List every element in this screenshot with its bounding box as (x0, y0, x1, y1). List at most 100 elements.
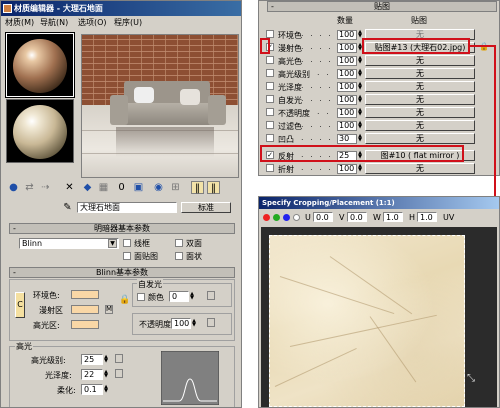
red-channel-icon[interactable] (263, 214, 270, 221)
pick-material-icon[interactable]: ✎ (61, 201, 74, 214)
go-to-parent-icon[interactable]: ⊞ (169, 181, 182, 194)
glossiness-map-slot[interactable]: 无 (365, 81, 475, 92)
glossiness-map-button[interactable] (115, 369, 123, 378)
chevron-down-icon[interactable]: ▼ (108, 239, 117, 248)
self-illum-map-slot[interactable]: 无 (365, 94, 475, 105)
faceted-checkbox[interactable] (175, 252, 183, 260)
glossiness-field[interactable]: 22 (81, 369, 103, 380)
sample-slot-2[interactable] (6, 99, 74, 163)
self-illum-value-field[interactable]: 0 (169, 291, 189, 302)
bump-map-checkbox[interactable] (266, 134, 274, 142)
menu-utilities[interactable]: 程序(U) (114, 17, 142, 28)
w-field[interactable]: 1.0 (383, 212, 403, 222)
refraction-map-checkbox[interactable] (266, 164, 274, 172)
assign-material-icon[interactable]: ⇢ (39, 181, 52, 194)
diffuse-map-button[interactable]: M (105, 305, 113, 314)
sample-slot-1[interactable] (5, 32, 75, 98)
app-icon (3, 4, 12, 13)
menu-options[interactable]: 选项(O) (78, 17, 107, 28)
lock-ambient-diffuse-button[interactable]: C (15, 292, 25, 318)
self-illum-map-button[interactable] (207, 291, 215, 300)
ambient-map-checkbox[interactable] (266, 30, 274, 38)
diffuse-amount-field[interactable]: 100 (337, 43, 357, 53)
blinn-rollout-header[interactable]: - Blinn基本参数 (9, 267, 235, 278)
show-end-result-icon[interactable]: ◉ (152, 181, 165, 194)
specular-level-map-button[interactable] (115, 354, 123, 363)
spinner-icon[interactable]: ▲ ▼ (104, 385, 108, 394)
specular-color-map-checkbox[interactable] (266, 56, 274, 64)
filter-color-map-checkbox[interactable] (266, 121, 274, 129)
shader-rollout-header[interactable]: - 明暗器基本参数 (9, 223, 235, 234)
specular-color-amount-field[interactable]: 100 (337, 56, 357, 66)
spinner-icon[interactable]: ▲ ▼ (358, 108, 362, 117)
spinner-icon[interactable]: ▲ ▼ (358, 82, 362, 91)
specular-level-field[interactable]: 25 (81, 354, 103, 365)
diffuse-color-swatch[interactable] (71, 305, 99, 314)
opacity-amount-field[interactable]: 100 (337, 108, 357, 118)
refraction-amount-field[interactable]: 100 (337, 164, 357, 174)
bump-amount-field[interactable]: 30 (337, 134, 357, 144)
glossiness-amount-field[interactable]: 100 (337, 82, 357, 92)
filter-color-map-slot[interactable]: 无 (365, 120, 475, 131)
get-material-icon[interactable]: ● (7, 181, 20, 194)
opacity-map-button[interactable] (207, 318, 215, 327)
maps-rollout-header[interactable]: - 贴图 (267, 1, 497, 12)
self-illum-map-checkbox[interactable] (266, 95, 274, 103)
crop-canvas[interactable]: ⤡ (261, 227, 497, 407)
specular-color-swatch[interactable] (71, 320, 99, 329)
put-to-library-icon[interactable]: ▦ (97, 181, 110, 194)
u-field[interactable]: 0.0 (313, 212, 333, 222)
self-illumination-title: 自发光 (137, 279, 163, 290)
specular-level-amount-field[interactable]: 100 (337, 69, 357, 79)
specular-level-map-slot[interactable]: 无 (365, 68, 475, 79)
opacity-map-slot[interactable]: 无 (365, 107, 475, 118)
material-name-field[interactable]: 大理石地面 (77, 202, 177, 213)
spinner-icon[interactable]: ▲ ▼ (192, 319, 196, 328)
material-id-icon[interactable]: 0 (115, 181, 128, 194)
green-channel-icon[interactable] (273, 214, 280, 221)
glossiness-map-checkbox[interactable] (266, 82, 274, 90)
spinner-icon[interactable]: ▲ ▼ (190, 292, 194, 301)
show-map-icon[interactable]: ▣ (132, 181, 145, 194)
spinner-icon[interactable]: ▲ ▼ (358, 121, 362, 130)
v-field[interactable]: 0.0 (347, 212, 367, 222)
lock-icon[interactable]: 🔒 (119, 295, 130, 305)
spinner-icon[interactable]: ▲ ▼ (358, 134, 362, 143)
marble-texture-image[interactable] (269, 235, 465, 407)
spinner-icon[interactable]: ▲ ▼ (104, 355, 108, 364)
spinner-icon[interactable]: ▲ ▼ (358, 164, 362, 173)
spinner-icon[interactable]: ▲ ▼ (358, 56, 362, 65)
opacity-field[interactable]: 100 (171, 318, 191, 329)
spinner-icon[interactable]: ▲ ▼ (358, 69, 362, 78)
spinner-icon[interactable]: ▲ ▼ (358, 95, 362, 104)
put-to-scene-icon[interactable]: ⇄ (23, 181, 36, 194)
reset-map-icon[interactable]: ✕ (63, 181, 76, 194)
wire-checkbox[interactable] (123, 239, 131, 247)
shader-type-select[interactable]: Blinn ▼ (19, 238, 119, 249)
material-map-navigator-icon[interactable]: ‖ (207, 181, 220, 194)
menu-material[interactable]: 材质(M) (5, 17, 34, 28)
alpha-channel-icon[interactable] (293, 214, 300, 221)
uv-toggle[interactable]: UV (443, 213, 454, 222)
specular-color-map-button[interactable]: 无 (365, 55, 475, 66)
two-sided-checkbox[interactable] (175, 239, 183, 247)
resize-handle-icon[interactable]: ⤡ (467, 373, 475, 384)
opacity-map-checkbox[interactable] (266, 108, 274, 116)
filter-color-amount-field[interactable]: 100 (337, 121, 357, 131)
material-type-button[interactable]: 标准 (181, 202, 231, 213)
face-map-checkbox[interactable] (123, 252, 131, 260)
ambient-amount-field[interactable]: 100 (337, 30, 357, 40)
bump-map-slot[interactable]: 无 (365, 133, 475, 144)
self-illum-amount-field[interactable]: 100 (337, 95, 357, 105)
refraction-map-slot[interactable]: 无 (365, 163, 475, 174)
go-forward-sibling-icon[interactable]: ‖ (191, 181, 204, 194)
specular-level-map-checkbox[interactable] (266, 69, 274, 77)
blue-channel-icon[interactable] (283, 214, 290, 221)
spinner-icon[interactable]: ▲ ▼ (104, 370, 108, 379)
soften-field[interactable]: 0.1 (81, 384, 103, 395)
h-field[interactable]: 1.0 (417, 212, 437, 222)
menu-navigation[interactable]: 导航(N) (40, 17, 68, 28)
make-unique-icon[interactable]: ◆ (81, 181, 94, 194)
self-illum-color-checkbox[interactable] (137, 293, 145, 301)
ambient-color-swatch[interactable] (71, 290, 99, 299)
